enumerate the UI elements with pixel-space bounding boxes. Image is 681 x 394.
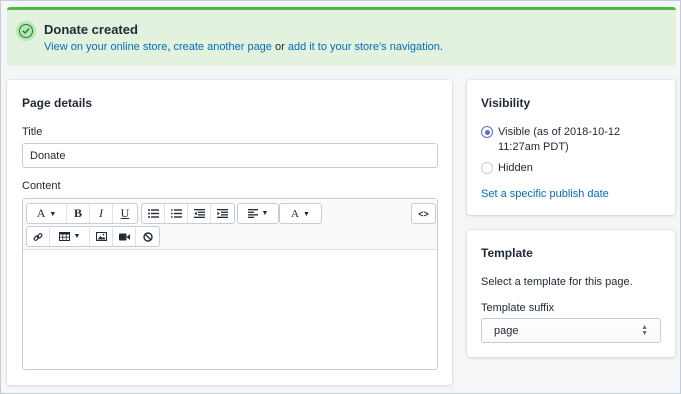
bold-label: B [73, 206, 82, 220]
block-icon [142, 231, 153, 242]
add-to-navigation-link[interactable]: add it to your store’s navigation [288, 41, 440, 53]
template-suffix-label: Template suffix [481, 302, 555, 314]
text-color-label: A [291, 207, 299, 220]
chevron-down-icon: ▼ [303, 209, 310, 218]
template-suffix-select[interactable]: page ▲ ▼ [481, 318, 661, 343]
visible-radio[interactable] [481, 126, 493, 138]
title-label: Title [22, 126, 43, 138]
bullet-list-icon [147, 209, 159, 218]
insert-table-dropdown[interactable]: ▼ [50, 227, 90, 246]
title-input[interactable]: Donate [22, 143, 438, 168]
html-group: <> [411, 203, 436, 224]
bold-button[interactable]: B [67, 204, 90, 223]
editor-toolbar: A ▼ B I U ▼ A ▼ <> ▼ [23, 199, 437, 250]
font-style-dropdown[interactable]: A ▼ [27, 204, 67, 223]
hidden-radio[interactable] [481, 162, 493, 174]
content-label: Content [22, 180, 61, 192]
font-style-label: A [36, 206, 46, 220]
view-on-store-link[interactable]: View on your online store [44, 41, 167, 53]
visibility-title: Visibility [481, 96, 531, 110]
checkmark-circle-icon [16, 21, 36, 41]
outdent-button[interactable] [188, 204, 211, 223]
text-format-group: A ▼ B I U [26, 203, 138, 224]
clear-formatting-button[interactable] [136, 227, 159, 246]
banner-message: View on your online store, create anothe… [44, 41, 443, 53]
banner-end: . [439, 41, 443, 53]
banner-separator-2: or [271, 41, 288, 53]
visibility-card: Visibility Visible (as of 2018-10-12 11:… [467, 80, 675, 215]
insert-link-button[interactable] [27, 227, 50, 246]
chevron-down-icon: ▼ [261, 210, 269, 217]
success-banner: Donate created View on your online store… [7, 7, 676, 66]
indent-button[interactable] [211, 204, 234, 223]
page-details-title: Page details [22, 96, 93, 110]
align-left-icon [247, 209, 258, 218]
align-dropdown[interactable]: ▼ [238, 204, 278, 223]
underline-label: U [120, 206, 130, 220]
align-group: ▼ [237, 203, 279, 224]
image-icon [95, 232, 107, 241]
content-editor: A ▼ B I U ▼ A ▼ <> ▼ [22, 198, 438, 370]
bullet-list-button[interactable] [142, 204, 165, 223]
text-color-dropdown[interactable]: A ▼ [280, 204, 321, 223]
insert-video-button[interactable] [113, 227, 136, 246]
visible-radio-label: Visible (as of 2018-10-12 11:27am PDT) [498, 126, 621, 153]
template-card: Template Select a template for this page… [467, 230, 675, 357]
indent-icon [217, 209, 228, 218]
hidden-radio-label: Hidden [498, 162, 533, 174]
list-group [141, 203, 235, 224]
table-icon [58, 232, 70, 241]
underline-button[interactable]: U [113, 204, 137, 223]
html-toggle-button[interactable]: <> [412, 204, 435, 223]
chevron-down-icon: ▼ [49, 209, 57, 218]
template-suffix-value: page [494, 324, 519, 337]
outdent-icon [193, 209, 205, 218]
color-group: A ▼ [279, 203, 322, 224]
link-icon [33, 232, 43, 241]
select-arrows-icon: ▲ ▼ [641, 323, 648, 337]
insert-image-button[interactable] [90, 227, 113, 246]
code-icon: <> [418, 208, 429, 219]
numbered-list-icon [170, 209, 182, 218]
set-publish-date-link[interactable]: Set a specific publish date [481, 188, 609, 200]
chevron-down-icon: ▼ [73, 233, 81, 240]
template-description: Select a template for this page. [481, 276, 633, 288]
video-icon [118, 233, 130, 240]
italic-button[interactable]: I [90, 204, 113, 223]
template-title: Template [481, 246, 533, 260]
numbered-list-button[interactable] [165, 204, 188, 223]
banner-title: Donate created [44, 22, 138, 37]
insert-group: ▼ [26, 226, 160, 247]
content-editor-body[interactable] [23, 250, 437, 370]
create-another-page-link[interactable]: create another page [173, 41, 271, 53]
italic-label: I [99, 206, 103, 220]
page-details-card: Page details Title Donate Content A ▼ B I… [7, 80, 452, 385]
